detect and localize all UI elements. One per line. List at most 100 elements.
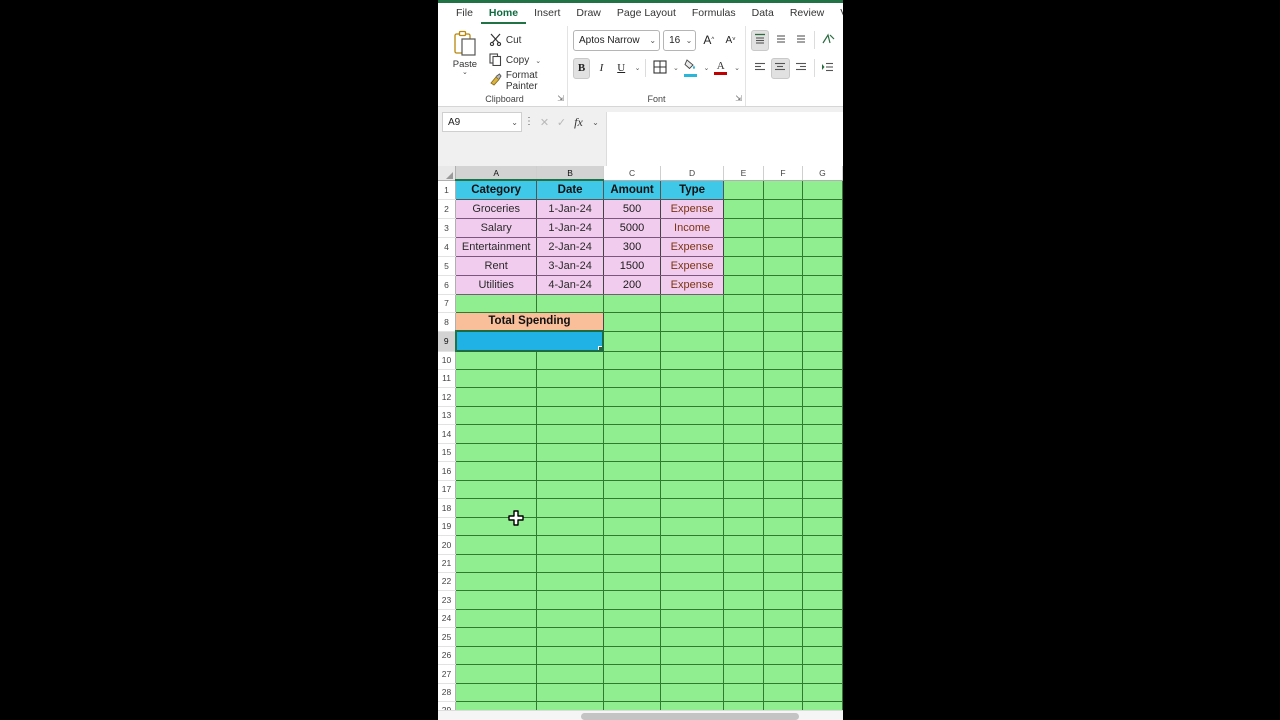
cell-B1[interactable]: Date (536, 180, 604, 200)
cell-G25[interactable] (802, 627, 843, 647)
cell-F3[interactable] (763, 218, 803, 238)
cell-A24[interactable] (455, 609, 538, 628)
cell-G6[interactable] (802, 275, 843, 295)
borders-button[interactable] (651, 58, 668, 79)
cell-G8[interactable] (802, 312, 843, 332)
row-header-23[interactable]: 23 (438, 590, 457, 610)
text-orientation-button[interactable] (819, 30, 837, 51)
cell-E8[interactable] (723, 312, 764, 332)
cell-F25[interactable] (763, 627, 803, 647)
h-scroll-thumb[interactable] (581, 713, 799, 720)
cell-C8[interactable] (603, 312, 662, 332)
cell-F17[interactable] (763, 480, 803, 499)
align-right-button[interactable] (792, 58, 810, 79)
row-header-22[interactable]: 22 (438, 572, 457, 591)
cell-D27[interactable] (660, 664, 724, 684)
fill-color-button[interactable] (682, 58, 699, 79)
cell-C16[interactable] (603, 461, 662, 481)
cell-D10[interactable] (660, 351, 724, 370)
cell-C9[interactable] (603, 331, 662, 352)
ribbon-tab-data[interactable]: Data (744, 3, 782, 24)
cell-C17[interactable] (603, 480, 662, 499)
cell-B17[interactable] (536, 480, 604, 499)
font-color-button[interactable]: A (712, 58, 729, 79)
row-header-1[interactable]: 1 (438, 180, 457, 200)
cell-D23[interactable] (660, 590, 724, 610)
row-header-19[interactable]: 19 (438, 517, 457, 536)
cell-G5[interactable] (802, 256, 843, 276)
cell-G27[interactable] (802, 664, 843, 684)
cell-G9[interactable] (802, 331, 843, 352)
underline-button[interactable]: U (613, 58, 630, 79)
cell-A17[interactable] (455, 480, 538, 499)
cell-F22[interactable] (763, 572, 803, 591)
cell-G12[interactable] (802, 387, 843, 407)
cell-D6[interactable]: Expense (660, 275, 724, 295)
cell-F5[interactable] (763, 256, 803, 276)
cell-A2[interactable]: Groceries (455, 199, 538, 219)
cell-F23[interactable] (763, 590, 803, 610)
font-size-combobox[interactable]: 16 ⌄ (663, 29, 697, 51)
align-middle-button[interactable] (771, 30, 789, 51)
cell-D20[interactable] (660, 535, 724, 555)
cell-G20[interactable] (802, 535, 843, 555)
row-header-18[interactable]: 18 (438, 498, 457, 518)
cell-A25[interactable] (455, 627, 538, 647)
cell-F16[interactable] (763, 461, 803, 481)
cell-B6[interactable]: 4-Jan-24 (536, 275, 604, 295)
row-header-10[interactable]: 10 (438, 351, 457, 370)
cell-B11[interactable] (536, 369, 604, 388)
cell-A12[interactable] (455, 387, 538, 407)
cell-F8[interactable] (763, 312, 803, 332)
chevron-down-icon[interactable]: ⌄ (535, 57, 541, 65)
cell-D2[interactable]: Expense (660, 199, 724, 219)
cell-G18[interactable] (802, 498, 843, 518)
row-header-6[interactable]: 6 (438, 275, 457, 295)
cell-C25[interactable] (603, 627, 662, 647)
increase-indent-button[interactable] (819, 58, 837, 79)
cell-A21[interactable] (455, 554, 538, 573)
column-header-B[interactable]: B (536, 166, 604, 181)
cell-D5[interactable]: Expense (660, 256, 724, 276)
cell-F6[interactable] (763, 275, 803, 295)
cell-B24[interactable] (536, 609, 604, 628)
formula-input[interactable] (606, 112, 843, 166)
cell-D3[interactable]: Income (660, 218, 724, 238)
cell-G11[interactable] (802, 369, 843, 388)
font-color-chevron-icon[interactable]: ⌄ (734, 64, 740, 72)
cell-B25[interactable] (536, 627, 604, 647)
paste-button[interactable]: Paste ⌄ (447, 28, 483, 90)
cell-A1[interactable]: Category (455, 180, 538, 200)
row-header-16[interactable]: 16 (438, 461, 457, 481)
ribbon-tab-page-layout[interactable]: Page Layout (609, 3, 684, 24)
cell-B7[interactable] (536, 294, 604, 313)
column-header-F[interactable]: F (763, 166, 803, 181)
chevron-down-icon[interactable]: ⌄ (462, 69, 468, 76)
row-header-4[interactable]: 4 (438, 237, 457, 257)
row-header-12[interactable]: 12 (438, 387, 457, 407)
cell-C6[interactable]: 200 (603, 275, 662, 295)
cell-E14[interactable] (723, 424, 764, 444)
cell-C19[interactable] (603, 517, 662, 536)
cell-C12[interactable] (603, 387, 662, 407)
cell-E1[interactable] (723, 180, 764, 200)
cell-A14[interactable] (455, 424, 538, 444)
cell-B10[interactable] (536, 351, 604, 370)
cell-B27[interactable] (536, 664, 604, 684)
column-header-D[interactable]: D (660, 166, 724, 181)
cell-C1[interactable]: Amount (603, 180, 662, 200)
row-header-9[interactable]: 9 (438, 331, 457, 352)
bold-button[interactable]: B (573, 57, 591, 79)
cell-C20[interactable] (603, 535, 662, 555)
cell-G4[interactable] (802, 237, 843, 257)
cell-E22[interactable] (723, 572, 764, 591)
row-header-14[interactable]: 14 (438, 424, 457, 444)
cancel-x-icon[interactable]: ✕ (536, 112, 553, 132)
cell-F19[interactable] (763, 517, 803, 536)
row-header-13[interactable]: 13 (438, 406, 457, 425)
cell-B26[interactable] (536, 646, 604, 665)
row-header-21[interactable]: 21 (438, 554, 457, 573)
ribbon-tab-home[interactable]: Home (480, 3, 527, 24)
cell-C22[interactable] (603, 572, 662, 591)
cell-D9[interactable] (660, 331, 724, 352)
